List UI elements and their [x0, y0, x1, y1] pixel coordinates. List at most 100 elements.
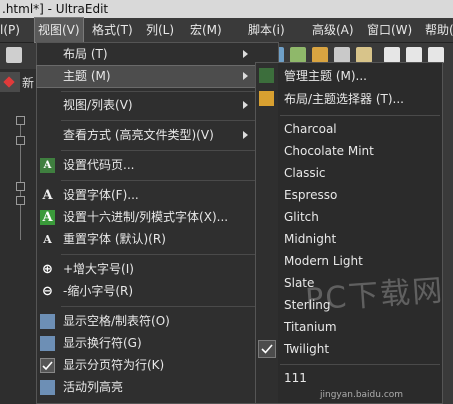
window-layout-icon[interactable]: [406, 47, 422, 63]
menu-item-reset-font[interactable]: A 重置字体 (默认)(R): [37, 229, 278, 250]
menu-item-label: 重置字体 (默认)(R): [63, 232, 166, 246]
checkmark-icon: [40, 358, 55, 373]
toolbar-icon[interactable]: [334, 47, 350, 63]
menu-separator: [61, 120, 275, 121]
modified-indicator-icon: [3, 76, 15, 88]
menu-file-partial[interactable]: l(P): [0, 18, 20, 42]
menu-item-label: 视图/列表(V): [63, 98, 133, 112]
menu-item-label: 显示空格/制表符(O): [63, 314, 170, 328]
menu-item-label: 查看方式 (高亮文件类型)(V): [63, 128, 214, 142]
menu-item-label: 设置字体(F)...: [63, 188, 139, 202]
theme-item-selected[interactable]: Twilight: [256, 338, 442, 360]
submenu-arrow-icon: [243, 101, 248, 109]
menu-column[interactable]: 列(L): [146, 18, 174, 42]
theme-item[interactable]: Classic: [256, 162, 442, 184]
menu-advanced[interactable]: 高级(A): [312, 18, 354, 42]
menu-item-label: 显示换行符(G): [63, 336, 142, 350]
show-line-endings-icon: [40, 336, 55, 351]
menu-item-decrease-font[interactable]: ⊖ -缩小字号(R): [37, 281, 278, 302]
watermark-url: jingyan.baidu.com: [320, 390, 404, 400]
toolbar-icon[interactable]: [356, 47, 372, 63]
window-layout-icon[interactable]: [428, 47, 444, 63]
menu-window[interactable]: 窗口(W): [367, 18, 412, 42]
menu-item-label: 设置十六进制/列模式字体(X)...: [63, 210, 229, 224]
submenu-arrow-icon: [243, 50, 248, 58]
menu-item-show-line-endings[interactable]: 显示换行符(G): [37, 333, 278, 354]
menu-item-view-list[interactable]: 视图/列表(V): [37, 95, 278, 116]
theme-item[interactable]: 111: [256, 367, 442, 389]
menu-item-set-hex-font[interactable]: A 设置十六进制/列模式字体(X)...: [37, 207, 278, 228]
menu-separator: [280, 115, 440, 116]
theme-label: Modern Light: [284, 254, 363, 268]
toolbar-icon[interactable]: [312, 47, 328, 63]
menu-separator: [61, 306, 275, 307]
theme-label: Titanium: [284, 320, 337, 334]
theme-item[interactable]: Espresso: [256, 184, 442, 206]
theme-label: Classic: [284, 166, 326, 180]
editor-scroll-area: [443, 69, 453, 404]
manage-themes-icon: [259, 68, 274, 83]
font-icon: A: [42, 188, 53, 203]
theme-label: Charcoal: [284, 122, 337, 136]
theme-selector-item[interactable]: 布局/主题选择器 (T)...: [256, 88, 442, 110]
menu-view[interactable]: 视图(V): [34, 17, 84, 43]
window-layout-icon[interactable]: [384, 47, 400, 63]
menu-item-label: 管理主题 (M)...: [284, 69, 367, 83]
file-tab-label: 新: [22, 76, 35, 90]
checkmark-icon: [258, 340, 276, 358]
menu-help[interactable]: 帮助(H): [425, 18, 453, 42]
menu-item-label: 布局/主题选择器 (T)...: [284, 92, 404, 106]
view-menu-dropdown: 布局 (T) 主题 (M) 视图/列表(V) 查看方式 (高亮文件类型)(V) …: [36, 42, 279, 404]
file-tab[interactable]: 新: [0, 72, 34, 92]
theme-item[interactable]: Midnight: [256, 228, 442, 250]
menu-item-view-as[interactable]: 查看方式 (高亮文件类型)(V): [37, 125, 278, 146]
menu-item-increase-font[interactable]: ⊕ +增大字号(I): [37, 259, 278, 280]
menu-item-label: 主题 (M): [63, 69, 111, 83]
menu-bar: l(P) 视图(V) 格式(T) 列(L) 宏(M) 脚本(i) 高级(A) 窗…: [0, 17, 453, 43]
reset-font-icon: A: [43, 233, 52, 246]
theme-label: Glitch: [284, 210, 319, 224]
menu-item-show-spaces[interactable]: 显示空格/制表符(O): [37, 311, 278, 332]
menu-item-active-column-highlight[interactable]: 活动列高亮: [37, 377, 278, 398]
menu-separator: [280, 364, 440, 365]
menu-item-label: 布局 (T): [63, 47, 108, 61]
menu-item-label: -缩小字号(R): [63, 284, 134, 298]
theme-submenu: 管理主题 (M)... 布局/主题选择器 (T)... Charcoal Cho…: [255, 62, 443, 404]
zoom-out-icon: ⊖: [42, 284, 53, 299]
theme-item[interactable]: Chocolate Mint: [256, 140, 442, 162]
column-highlight-icon: [40, 380, 55, 395]
menu-item-label: 显示分页符为行(K): [63, 358, 165, 372]
menu-separator: [61, 180, 275, 181]
theme-item[interactable]: Titanium: [256, 316, 442, 338]
menu-macro[interactable]: 宏(M): [190, 18, 222, 42]
theme-item[interactable]: Glitch: [256, 206, 442, 228]
manage-themes-item[interactable]: 管理主题 (M)...: [256, 65, 442, 87]
submenu-arrow-icon: [243, 131, 248, 139]
show-spaces-icon: [40, 314, 55, 329]
menu-separator: [61, 150, 275, 151]
window-title: .html*] - UltraEdit: [0, 0, 453, 18]
menu-item-label: +增大字号(I): [63, 262, 134, 276]
submenu-arrow-icon: [243, 72, 248, 80]
toolbar-icon[interactable]: [6, 47, 22, 63]
menu-script[interactable]: 脚本(i): [248, 18, 285, 42]
theme-item[interactable]: Charcoal: [256, 118, 442, 140]
menu-format[interactable]: 格式(T): [92, 18, 133, 42]
menu-item-show-page-breaks[interactable]: 显示分页符为行(K): [37, 355, 278, 376]
hex-font-icon: A: [40, 210, 55, 225]
menu-item-theme[interactable]: 主题 (M): [36, 65, 279, 88]
menu-item-set-code-page[interactable]: A 设置代码页...: [37, 155, 278, 176]
menu-separator: [61, 254, 275, 255]
menu-item-label: 设置代码页...: [63, 158, 135, 172]
redo-icon[interactable]: [290, 47, 306, 63]
fold-toggle-icon[interactable]: [16, 136, 25, 145]
theme-label: Twilight: [284, 342, 330, 356]
fold-toggle-icon[interactable]: [16, 196, 25, 205]
menu-item-layout[interactable]: 布局 (T): [37, 44, 278, 65]
menu-item-set-font[interactable]: A 设置字体(F)...: [37, 185, 278, 206]
theme-selector-icon: [259, 91, 274, 106]
theme-label: Midnight: [284, 232, 337, 246]
fold-toggle-icon[interactable]: [16, 116, 25, 125]
fold-toggle-icon[interactable]: [16, 182, 25, 191]
zoom-in-icon: ⊕: [42, 262, 53, 277]
